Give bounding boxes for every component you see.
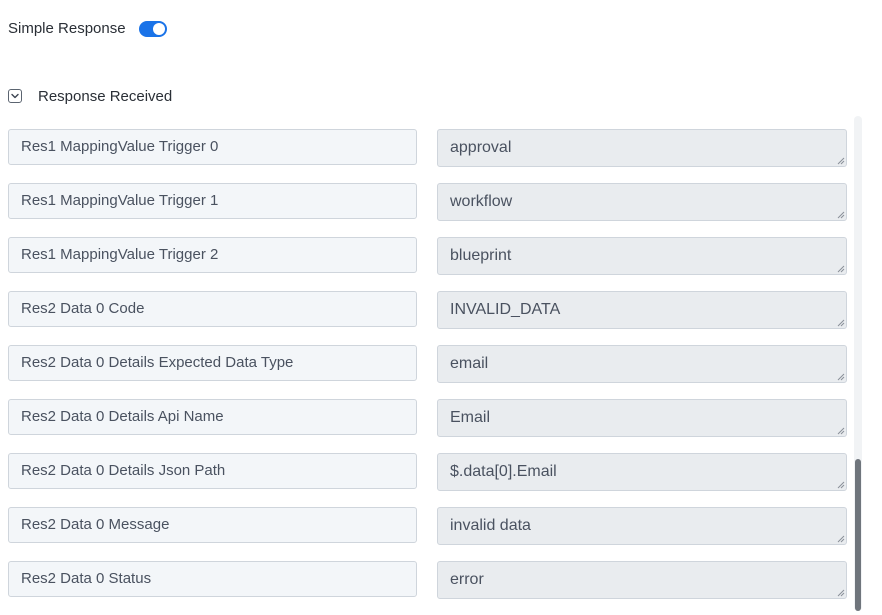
response-value-text: error <box>450 571 484 588</box>
response-key-field: Res2 Data 0 Code <box>8 291 417 327</box>
resize-grip-icon[interactable] <box>835 533 845 543</box>
response-value-field[interactable]: blueprint <box>437 237 847 275</box>
response-row: Res2 Data 0 Details Json Path $.data[0].… <box>8 453 848 507</box>
response-row: Res1 MappingValue Trigger 0 approval <box>8 129 848 183</box>
resize-grip-icon[interactable] <box>835 317 845 327</box>
response-value-text: approval <box>450 139 512 156</box>
response-key-field: Res2 Data 0 Message <box>8 507 417 543</box>
response-value-text: $.data[0].Email <box>450 463 557 480</box>
response-row: Res2 Data 0 Code INVALID_DATA <box>8 291 848 345</box>
scrollbar-thumb[interactable] <box>855 459 861 611</box>
section-title: Response Received <box>38 87 173 105</box>
resize-grip-icon[interactable] <box>835 371 845 381</box>
response-key-field: Res2 Data 0 Details Api Name <box>8 399 417 435</box>
response-value-text: invalid data <box>450 517 531 534</box>
resize-grip-icon[interactable] <box>835 263 845 273</box>
resize-grip-icon[interactable] <box>835 209 845 219</box>
vertical-scrollbar[interactable] <box>854 116 862 611</box>
response-key-field: Res1 MappingValue Trigger 0 <box>8 129 417 165</box>
response-value-field[interactable]: Email <box>437 399 847 437</box>
resize-grip-icon[interactable] <box>835 479 845 489</box>
response-key-field: Res2 Data 0 Details Expected Data Type <box>8 345 417 381</box>
response-value-text: INVALID_DATA <box>450 301 561 318</box>
response-row: Res1 MappingValue Trigger 1 workflow <box>8 183 848 237</box>
response-key-field: Res1 MappingValue Trigger 2 <box>8 237 417 273</box>
simple-response-setting: Simple Response <box>8 17 167 41</box>
response-key-field: Res2 Data 0 Details Json Path <box>8 453 417 489</box>
response-value-text: workflow <box>450 193 513 210</box>
response-row: Res2 Data 0 Details Expected Data Type e… <box>8 345 848 399</box>
response-received-header[interactable]: Response Received <box>8 84 172 108</box>
response-value-field[interactable]: INVALID_DATA <box>437 291 847 329</box>
response-value-field[interactable]: invalid data <box>437 507 847 545</box>
response-rows: Res1 MappingValue Trigger 0 approval Res… <box>8 129 848 615</box>
response-value-text: email <box>450 355 489 372</box>
response-row: Res1 MappingValue Trigger 2 blueprint <box>8 237 848 291</box>
response-row: Res2 Data 0 Message invalid data <box>8 507 848 561</box>
response-value-field[interactable]: error <box>437 561 847 599</box>
response-value-field[interactable]: email <box>437 345 847 383</box>
resize-grip-icon[interactable] <box>835 587 845 597</box>
response-row: Res2 Data 0 Details Api Name Email <box>8 399 848 453</box>
chevron-down-icon[interactable] <box>8 89 22 103</box>
resize-grip-icon[interactable] <box>835 155 845 165</box>
response-value-text: Email <box>450 409 491 426</box>
response-value-field[interactable]: approval <box>437 129 847 167</box>
response-row: Res2 Data 0 Status error <box>8 561 848 615</box>
response-key-field: Res1 MappingValue Trigger 1 <box>8 183 417 219</box>
toggle-knob <box>152 23 165 35</box>
simple-response-label: Simple Response <box>8 20 126 37</box>
response-value-text: blueprint <box>450 247 512 264</box>
response-value-field[interactable]: $.data[0].Email <box>437 453 847 491</box>
response-value-field[interactable]: workflow <box>437 183 847 221</box>
response-key-field: Res2 Data 0 Status <box>8 561 417 597</box>
resize-grip-icon[interactable] <box>835 425 845 435</box>
simple-response-toggle[interactable] <box>138 21 167 37</box>
